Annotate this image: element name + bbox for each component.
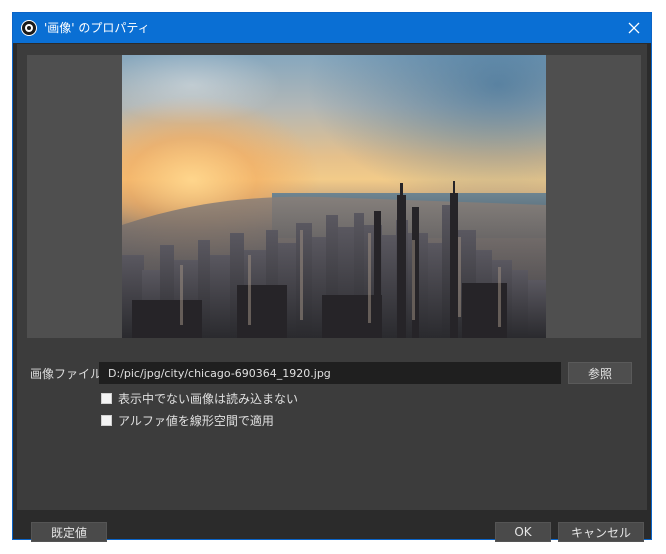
browse-button[interactable]: 参照 bbox=[568, 362, 632, 384]
option-unload-when-hidden[interactable]: 表示中でない画像は読み込まない bbox=[101, 390, 298, 406]
option-label: 表示中でない画像は読み込まない bbox=[118, 391, 299, 406]
checkbox[interactable] bbox=[101, 414, 112, 426]
obs-logo-icon bbox=[21, 20, 37, 36]
image-file-path-input[interactable] bbox=[99, 362, 561, 384]
checkbox[interactable] bbox=[101, 392, 112, 404]
close-button[interactable] bbox=[617, 13, 651, 43]
properties-dialog: '画像' のプロパティ 画像ファイル D:/pic/jpg/city/chica… bbox=[12, 12, 652, 542]
image-preview bbox=[27, 55, 641, 338]
dialog-content: 画像ファイル 参照 表示中でない画像は読み込まない アルファ値を線形空間で適用 … bbox=[17, 44, 647, 542]
ok-button[interactable]: OK bbox=[495, 522, 551, 542]
close-icon bbox=[628, 22, 640, 34]
preview-image bbox=[122, 55, 546, 338]
option-linear-alpha[interactable]: アルファ値を線形空間で適用 bbox=[101, 412, 274, 428]
city-skyline bbox=[122, 181, 546, 338]
cancel-button[interactable]: キャンセル bbox=[558, 522, 644, 542]
window-title: '画像' のプロパティ bbox=[44, 21, 150, 35]
image-file-label: 画像ファイル bbox=[30, 367, 103, 381]
option-label: アルファ値を線形空間で適用 bbox=[118, 413, 274, 428]
title-bar[interactable]: '画像' のプロパティ bbox=[13, 13, 651, 43]
defaults-button[interactable]: 既定値 bbox=[31, 522, 107, 542]
